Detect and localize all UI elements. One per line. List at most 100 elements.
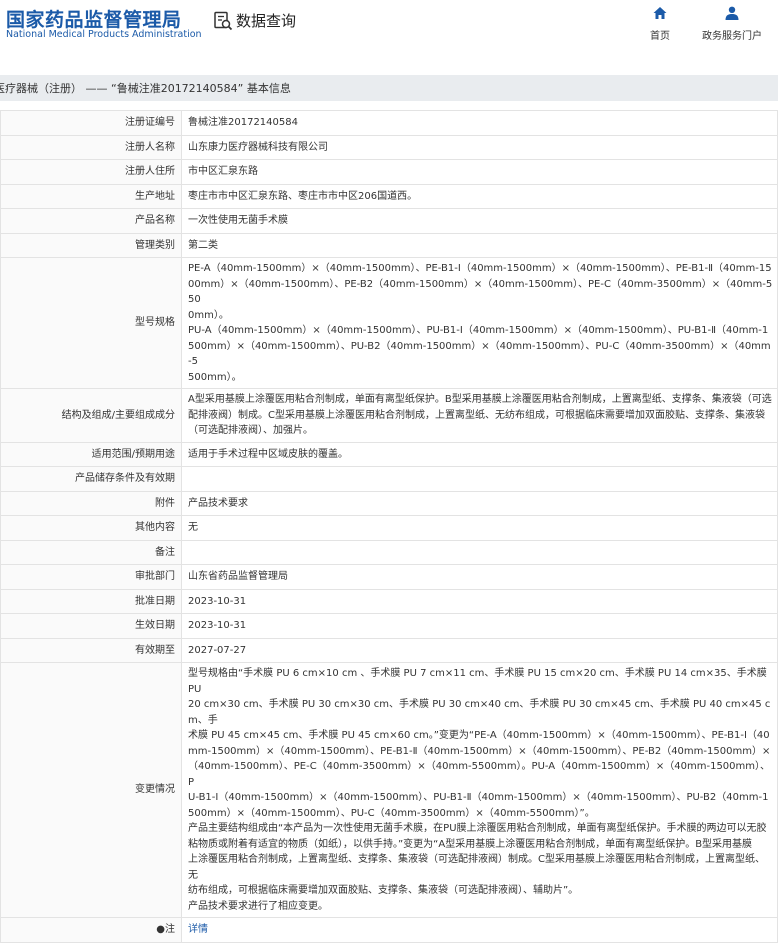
field-value-line: 2023-10-31 xyxy=(188,595,247,607)
field-value: PE-A（40mm-1500mm）×（40mm-1500mm）、PE-B1-Ⅰ（… xyxy=(181,257,778,389)
site-logo-cn[interactable]: 国家药品监督管理局 xyxy=(6,5,182,32)
field-value-line: 2027-07-27 xyxy=(188,644,247,656)
field-label: 生产地址 xyxy=(0,183,182,209)
field-value: 型号规格由“手术膜 PU 6 cm×10 cm 、手术膜 PU 7 cm×11 … xyxy=(181,662,778,918)
field-value: A型采用基膜上涂覆医用粘合剂制成，单面有离型纸保护。B型采用基膜上涂覆医用粘合剂… xyxy=(181,388,778,443)
home-icon xyxy=(653,7,667,19)
field-value-line: （40mm-1500mm）、PE-C（40mm-3500mm）×（40mm-55… xyxy=(188,761,771,788)
field-value-line: 枣庄市市中区汇泉东路、枣庄市市中区206国道西。 xyxy=(188,190,418,202)
field-value-line: 术膜 PU 45 cm×45 cm、手术膜 PU 45 cm×60 cm。”变更… xyxy=(188,730,770,741)
info-table: 注册证编号 鲁械注准20172140584 注册人名称 山东康力医疗器械科技有限公司注… xyxy=(0,110,778,943)
field-label: 有效期至 xyxy=(0,637,182,663)
field-value-line xyxy=(188,471,773,487)
info-row: 有效期至 2027-07-27 xyxy=(0,637,778,663)
info-row: 型号规格 PE-A（40mm-1500mm）×（40mm-1500mm）、PE-B… xyxy=(0,257,778,389)
field-value-line: 第二类 xyxy=(188,239,218,251)
field-label: 结构及组成/主要组成成分 xyxy=(0,388,182,443)
field-value: 无 xyxy=(181,515,778,541)
field-value: 详情 xyxy=(181,917,778,943)
info-row: 注册证编号 鲁械注准20172140584 xyxy=(0,110,778,136)
nav-gov-service-label: 政务服务门户 xyxy=(702,31,762,42)
field-label: 适用范围/预期用途 xyxy=(0,441,182,467)
field-value: 产品技术要求 xyxy=(181,490,778,516)
field-label: 管理类别 xyxy=(0,232,182,258)
info-row: 生产地址 枣庄市市中区汇泉东路、枣庄市市中区206国道西。 xyxy=(0,183,778,209)
details-link[interactable]: 详情 xyxy=(188,922,773,938)
info-row: 附件 产品技术要求 xyxy=(0,490,778,516)
field-value-line xyxy=(188,545,773,561)
field-label: ●注 xyxy=(0,917,182,943)
info-row: 备注 xyxy=(0,539,778,565)
field-label: 注册证编号 xyxy=(0,110,182,136)
field-value-line: 20 cm×30 cm、手术膜 PU 30 cm×30 cm、手术膜 PU 30… xyxy=(188,699,771,726)
field-value-line: 纺布组成，可根据临床需要增加双面胶贴、支撑条、集液袋（可选配排液阀）、辅助片”。 xyxy=(188,885,579,896)
field-value: 枣庄市市中区汇泉东路、枣庄市市中区206国道西。 xyxy=(181,183,778,209)
field-label: 产品储存条件及有效期 xyxy=(0,466,182,492)
info-row: 生效日期 2023-10-31 xyxy=(0,613,778,639)
field-value-line: 山东省药品监督管理局 xyxy=(188,571,288,582)
field-value xyxy=(181,539,778,565)
user-icon xyxy=(725,6,739,20)
field-label: 附件 xyxy=(0,490,182,516)
data-query-link[interactable]: 数据查询 xyxy=(213,10,296,31)
field-value xyxy=(181,466,778,492)
field-value-line: 粘物质或附着有适宜的物质（如纸），以供手持。”变更为“A型采用基膜上涂覆医用粘合… xyxy=(188,838,753,850)
field-value-line: 山东康力医疗器械科技有限公司 xyxy=(188,141,328,153)
field-value-line: （可选配排液阀）、加强片。 xyxy=(188,425,313,436)
info-row: 审批部门 山东省药品监督管理局 xyxy=(0,564,778,590)
field-value-line: 0mm）。 xyxy=(188,309,229,321)
field-label: 产品名称 xyxy=(0,208,182,234)
nav-gov-service[interactable]: 政务服务门户 xyxy=(697,5,767,42)
field-value-line: 产品主要结构组成由“本产品为一次性使用无菌手术膜，在PU膜上涂覆医用粘合剂制成，… xyxy=(188,823,767,834)
field-value: 山东省药品监督管理局 xyxy=(181,564,778,590)
field-value-line: 2023-10-31 xyxy=(188,620,247,631)
field-value: 2027-07-27 xyxy=(181,637,778,663)
nav-home-label: 首页 xyxy=(650,31,670,42)
field-value: 一次性使用无菌手术膜 xyxy=(181,208,778,234)
field-value-line: mm-1500mm）×（40mm-1500mm）、PE-B1-Ⅱ（40mm-15… xyxy=(188,745,771,757)
field-value-line: 产品技术要求 xyxy=(188,497,248,509)
field-value-line: 一次性使用无菌手术膜 xyxy=(188,215,288,226)
field-value-line: PE-A（40mm-1500mm）×（40mm-1500mm）、PE-B1-Ⅰ（… xyxy=(188,263,772,274)
field-label: 批准日期 xyxy=(0,588,182,614)
field-label: 变更情况 xyxy=(0,662,182,918)
field-label: 生效日期 xyxy=(0,613,182,639)
field-value: 山东康力医疗器械科技有限公司 xyxy=(181,134,778,160)
info-row: 其他内容无 xyxy=(0,515,778,541)
field-value: 鲁械注准20172140584 xyxy=(181,110,778,136)
info-row: 产品名称 一次性使用无菌手术膜 xyxy=(0,208,778,234)
field-label: 备注 xyxy=(0,539,182,565)
field-value-line: 鲁械注准20172140584 xyxy=(188,117,298,128)
field-value-line: 配排液阀）制成。C型采用基膜上涂覆医用粘合剂制成，上置离型纸、无纺布组成，可根据… xyxy=(188,409,765,421)
nav-home[interactable]: 首页 xyxy=(625,5,695,42)
info-row: 适用范围/预期用途 适用于手术过程中区域皮肤的覆盖。 xyxy=(0,441,778,467)
record-title-bar: 医疗器械（注册） —— “鲁械注准20172140584” 基本信息 xyxy=(0,75,778,101)
field-value-line: A型采用基膜上涂覆医用粘合剂制成，单面有离型纸保护。B型采用基膜上涂覆医用粘合剂… xyxy=(188,394,772,405)
field-label: 其他内容 xyxy=(0,515,182,541)
info-row: 批准日期 2023-10-31 xyxy=(0,588,778,614)
site-header: 国家药品监督管理局 National Medical Products Admi… xyxy=(0,0,778,50)
info-row: 结构及组成/主要组成成分 A型采用基膜上涂覆医用粘合剂制成，单面有离型纸保护。B型… xyxy=(0,388,778,443)
field-value-line: 产品技术要求进行了相应变更。 xyxy=(188,900,328,912)
field-value: 适用于手术过程中区域皮肤的覆盖。 xyxy=(181,441,778,467)
search-document-icon xyxy=(214,11,233,30)
field-value-line: 无 xyxy=(188,522,198,533)
field-value-line: 市中区汇泉东路 xyxy=(188,166,258,177)
data-query-label: 数据查询 xyxy=(236,12,297,30)
field-value-line: 500mm）×（40mm-1500mm）、PU-B2（40mm-1500mm）×… xyxy=(188,340,771,368)
field-label: 注册人住所 xyxy=(0,159,182,185)
info-row: 注册人住所 市中区汇泉东路 xyxy=(0,159,778,185)
field-value-line: U-B1-Ⅰ（40mm-1500mm）×（40mm-1500mm）、PU-B1-… xyxy=(188,792,769,803)
field-value-line: 型号规格由“手术膜 PU 6 cm×10 cm 、手术膜 PU 7 cm×11 … xyxy=(188,668,767,695)
field-label: 注册人名称 xyxy=(0,134,182,160)
field-value-line: PU-A（40mm-1500mm）×（40mm-1500mm）、PU-B1-Ⅰ（… xyxy=(188,325,769,336)
field-label: 型号规格 xyxy=(0,257,182,389)
info-row: 注册人名称 山东康力医疗器械科技有限公司 xyxy=(0,134,778,160)
record-title: 医疗器械（注册） —— “鲁械注准20172140584” 基本信息 xyxy=(0,82,291,95)
info-row: 管理类别 第二类 xyxy=(0,232,778,258)
site-logo-en[interactable]: National Medical Products Administration xyxy=(6,29,202,40)
field-value-line: 500mm）×（40mm-1500mm）、PU-C（40mm-3500mm）×（… xyxy=(188,807,595,819)
info-row: 产品储存条件及有效期 xyxy=(0,466,778,492)
field-value: 市中区汇泉东路 xyxy=(181,159,778,185)
field-value: 2023-10-31 xyxy=(181,613,778,639)
